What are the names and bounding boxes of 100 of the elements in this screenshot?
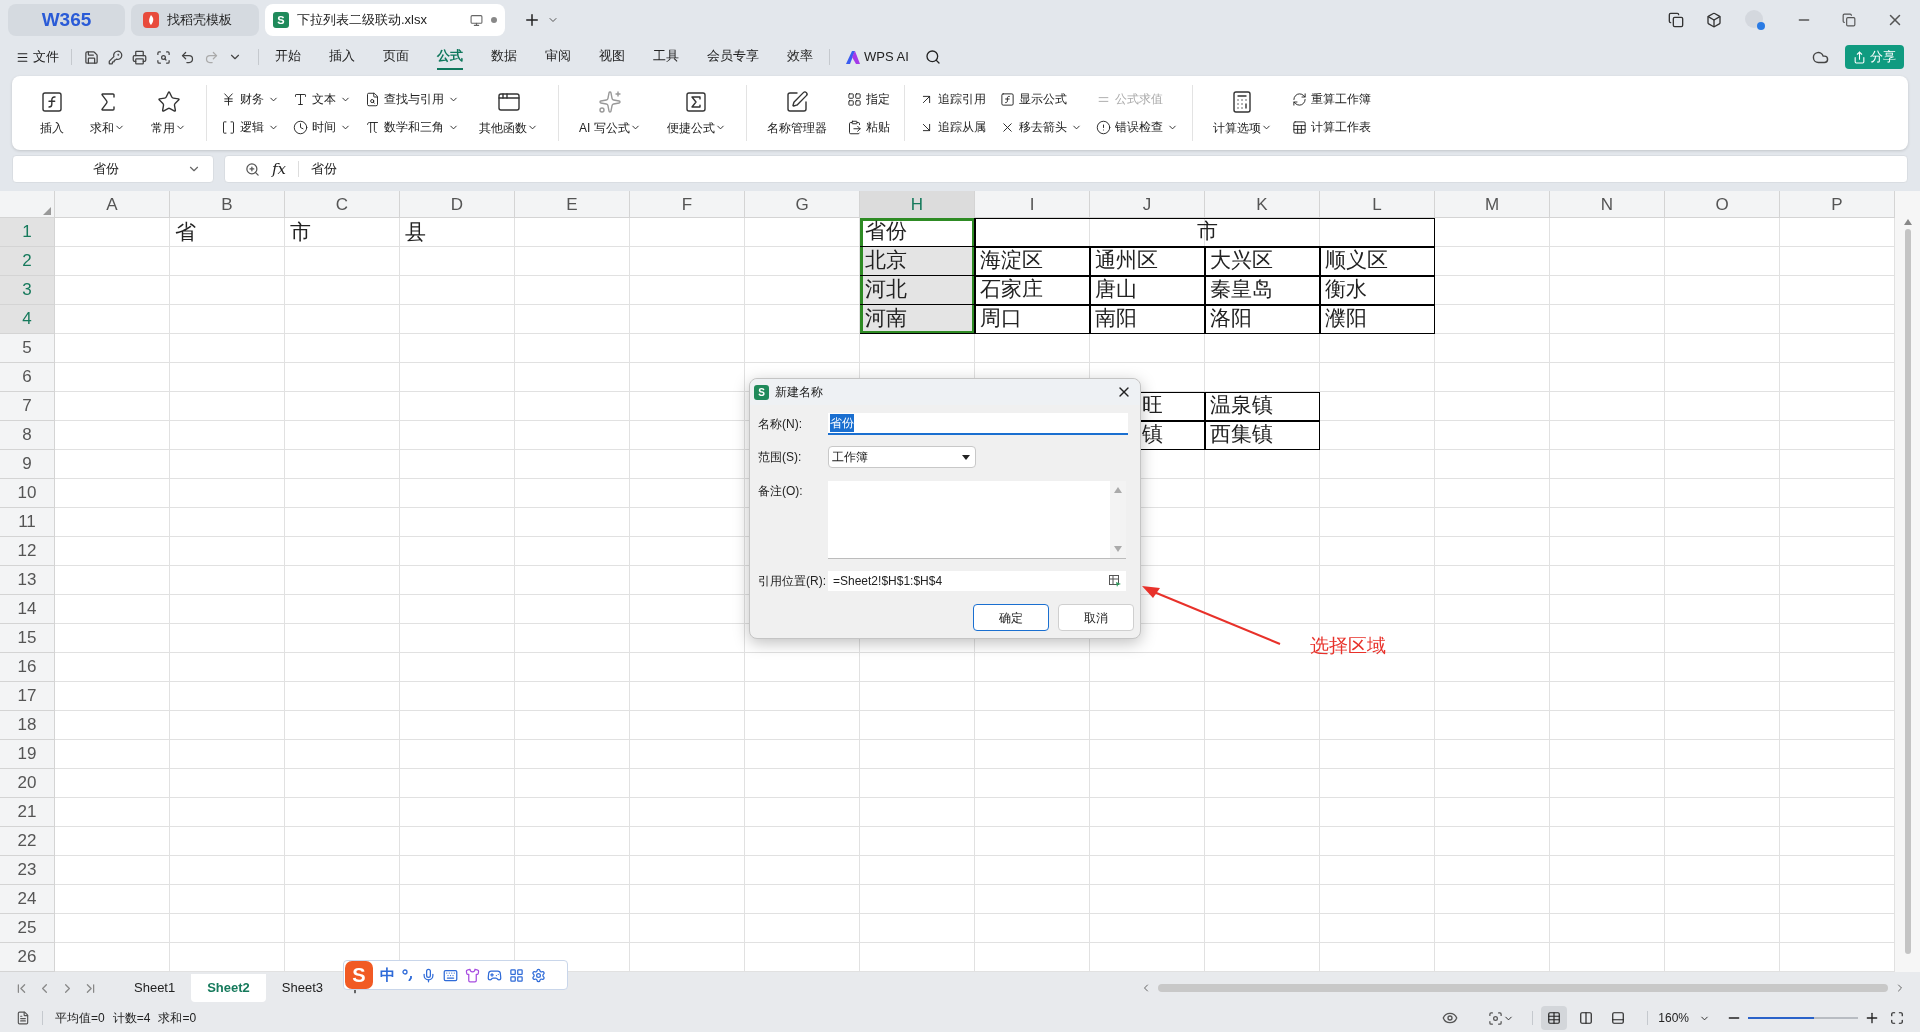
- row-header[interactable]: 6: [0, 363, 55, 392]
- ribbon-button[interactable]: 名称管理器: [760, 89, 833, 137]
- column-header[interactable]: J: [1090, 191, 1205, 218]
- windows-icon[interactable]: [1668, 12, 1684, 28]
- column-header[interactable]: D: [400, 191, 515, 218]
- column-header[interactable]: H: [860, 191, 975, 218]
- column-header[interactable]: F: [630, 191, 745, 218]
- ribbon-button[interactable]: 计算选项: [1206, 89, 1278, 137]
- menu-tab[interactable]: 页面: [383, 44, 409, 70]
- row-header[interactable]: 25: [0, 914, 55, 943]
- ribbon-button[interactable]: 显示公式: [999, 86, 1082, 112]
- gamepad-icon[interactable]: [487, 967, 502, 983]
- row-header[interactable]: 2: [0, 247, 55, 276]
- document-icon[interactable]: [16, 1011, 30, 1025]
- document-tab[interactable]: S 下拉列表二级联动.xlsx: [265, 4, 505, 36]
- row-header[interactable]: 21: [0, 798, 55, 827]
- zoom-icon[interactable]: [245, 161, 260, 177]
- key-icon[interactable]: [108, 49, 123, 65]
- menu-tab[interactable]: 效率: [787, 44, 813, 70]
- settings-icon[interactable]: [531, 967, 546, 983]
- eye-icon[interactable]: [1442, 1010, 1459, 1026]
- row-header[interactable]: 4: [0, 305, 55, 334]
- menu-tab[interactable]: 公式: [437, 44, 463, 70]
- ribbon-button[interactable]: 数学和三角: [365, 114, 459, 140]
- row-header[interactable]: 8: [0, 421, 55, 450]
- ok-button[interactable]: 确定: [973, 604, 1049, 631]
- monitor-icon[interactable]: [470, 13, 483, 27]
- reference-input[interactable]: =Sheet2!$H$1:$H$4: [828, 571, 1126, 591]
- name-box[interactable]: 省份: [12, 155, 214, 183]
- undo-icon[interactable]: [180, 49, 195, 65]
- horizontal-scrollbar[interactable]: [1158, 984, 1888, 992]
- ribbon-button[interactable]: 插入: [34, 89, 70, 137]
- ribbon-button[interactable]: 重算工作簿: [1291, 86, 1371, 112]
- view-button[interactable]: [1541, 1006, 1568, 1030]
- column-header[interactable]: B: [170, 191, 285, 218]
- row-header[interactable]: 22: [0, 827, 55, 856]
- scroll-thumb[interactable]: [1904, 229, 1911, 954]
- menu-tab[interactable]: 审阅: [545, 44, 571, 70]
- punctuation-icon[interactable]: [402, 969, 414, 981]
- row-header[interactable]: 24: [0, 885, 55, 914]
- focus-icon[interactable]: [1488, 1010, 1504, 1026]
- grid-icon[interactable]: [509, 967, 524, 983]
- ai-button[interactable]: WPS AI: [846, 47, 909, 67]
- select-all-icon[interactable]: [43, 207, 51, 215]
- avatar-icon[interactable]: [1744, 9, 1766, 31]
- browser-tab[interactable]: 找稻壳模板: [131, 4, 259, 36]
- restore-icon[interactable]: [1842, 13, 1856, 27]
- column-header[interactable]: M: [1435, 191, 1550, 218]
- menu-tab[interactable]: 数据: [491, 44, 517, 70]
- scope-dropdown[interactable]: 工作簿: [828, 446, 976, 468]
- ribbon-button[interactable]: 追踪从属: [918, 114, 986, 140]
- ribbon-button[interactable]: 便捷公式: [660, 89, 732, 137]
- row-header[interactable]: 11: [0, 508, 55, 537]
- cube-icon[interactable]: [1706, 12, 1722, 28]
- menu-tab[interactable]: 会员专享: [707, 44, 759, 70]
- ribbon-button[interactable]: AI 写公式: [573, 89, 647, 137]
- ribbon-button[interactable]: 错误检查: [1095, 114, 1178, 140]
- row-header[interactable]: 19: [0, 740, 55, 769]
- new-tab-icon[interactable]: [523, 11, 541, 29]
- home-tab[interactable]: W365: [8, 4, 125, 36]
- ribbon-button[interactable]: 移去箭头: [999, 114, 1082, 140]
- sheet-tab[interactable]: Sheet3: [265, 974, 340, 1002]
- print-icon[interactable]: [132, 49, 147, 65]
- column-header[interactable]: A: [55, 191, 170, 218]
- ribbon-button[interactable]: 粘贴: [846, 114, 890, 140]
- cancel-button[interactable]: 取消: [1058, 604, 1134, 631]
- name-input[interactable]: 省份: [828, 413, 1128, 435]
- column-header[interactable]: O: [1665, 191, 1780, 218]
- menu-tab[interactable]: 工具: [653, 44, 679, 70]
- row-header[interactable]: 10: [0, 479, 55, 508]
- ribbon-button[interactable]: 逻辑: [221, 114, 279, 140]
- ribbon-button[interactable]: 文本: [293, 86, 351, 112]
- ribbon-button[interactable]: 指定: [846, 86, 890, 112]
- row-header[interactable]: 16: [0, 653, 55, 682]
- ribbon-button[interactable]: 查找与引用: [365, 86, 459, 112]
- sheet-tab[interactable]: Sheet2: [191, 974, 266, 1002]
- shirt-icon[interactable]: [465, 967, 480, 983]
- row-header[interactable]: 17: [0, 682, 55, 711]
- ribbon-button[interactable]: 常用: [145, 89, 192, 137]
- row-header[interactable]: 5: [0, 334, 55, 363]
- row-header[interactable]: 26: [0, 943, 55, 972]
- sheet-tab[interactable]: Sheet1: [118, 974, 192, 1002]
- scroll-up-icon[interactable]: [1903, 219, 1912, 225]
- row-header[interactable]: 3: [0, 276, 55, 305]
- row-header[interactable]: 15: [0, 624, 55, 653]
- search-icon[interactable]: [924, 49, 941, 65]
- column-header[interactable]: N: [1550, 191, 1665, 218]
- row-header[interactable]: 20: [0, 769, 55, 798]
- row-header[interactable]: 23: [0, 856, 55, 885]
- row-header[interactable]: 1: [0, 218, 55, 247]
- menu-tab[interactable]: 开始: [275, 44, 301, 70]
- formula-input[interactable]: 省份: [311, 159, 337, 179]
- save-icon[interactable]: [84, 49, 99, 65]
- ribbon-button[interactable]: 求和: [84, 89, 131, 137]
- ribbon-button[interactable]: 计算工作表: [1291, 114, 1371, 140]
- vertical-scrollbar[interactable]: [1895, 191, 1920, 972]
- column-header[interactable]: K: [1205, 191, 1320, 218]
- range-picker-icon[interactable]: [1109, 575, 1121, 587]
- microphone-icon[interactable]: [421, 967, 436, 983]
- zoom-dropdown[interactable]: 160%: [1658, 1009, 1710, 1027]
